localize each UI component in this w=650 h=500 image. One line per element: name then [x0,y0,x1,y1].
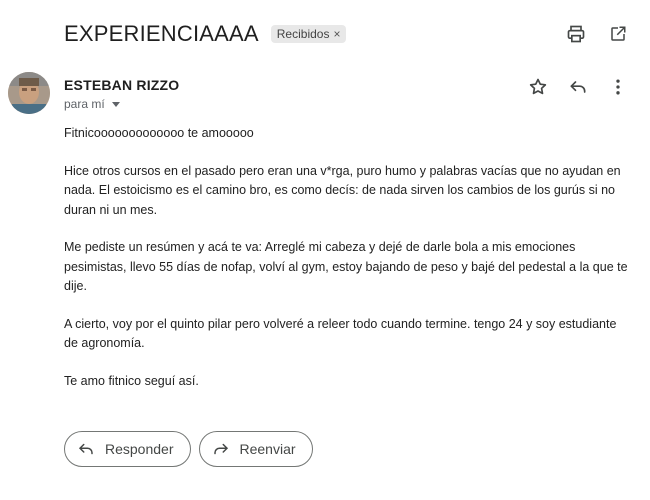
message-actions [526,75,630,99]
email-subject: EXPERIENCIAAAA [64,21,259,46]
recipient-details-toggle[interactable]: para mí [64,97,120,111]
body-paragraph: Hice otros cursos en el pasado pero eran… [64,163,621,217]
sender-avatar[interactable] [8,72,50,114]
recipient-label: para mí [64,97,105,111]
subject-actions [564,22,630,46]
reply-button[interactable]: Responder [64,431,191,467]
star-icon[interactable] [526,75,550,99]
body-paragraph: Fitnicooooooooooooo te amooooo [64,126,254,140]
open-in-new-icon[interactable] [606,22,630,46]
forward-button[interactable]: Reenviar [198,431,313,467]
body-paragraph: A cierto, voy por el quinto pilar pero v… [64,316,617,351]
chevron-down-icon [111,102,120,107]
sender-name: ESTEBAN RIZZO [64,77,180,93]
inbox-label-chip[interactable]: Recibidos × [270,25,347,43]
reply-button-label: Responder [105,441,174,457]
more-vert-icon[interactable] [606,75,630,99]
label-chip-text: Recibidos [276,27,330,41]
forward-icon [213,443,228,455]
reply-actions: Responder Reenviar [64,431,313,467]
label-remove-icon[interactable]: × [333,27,340,41]
body-paragraph: Me pediste un resúmen y acá te va: Arreg… [64,240,628,293]
body-paragraph: Te amo fitnico seguí así. [64,373,199,388]
reply-icon [79,443,93,455]
subject-row: EXPERIENCIAAAA Recibidos × [64,18,630,50]
reply-icon[interactable] [566,75,590,99]
email-view: EXPERIENCIAAAA Recibidos × ESTEBAN RIZZO… [0,0,650,500]
email-body: Fitnicooooooooooooo te amooooo Hice otro… [64,124,629,409]
forward-button-label: Reenviar [239,441,296,457]
print-icon[interactable] [564,22,588,46]
